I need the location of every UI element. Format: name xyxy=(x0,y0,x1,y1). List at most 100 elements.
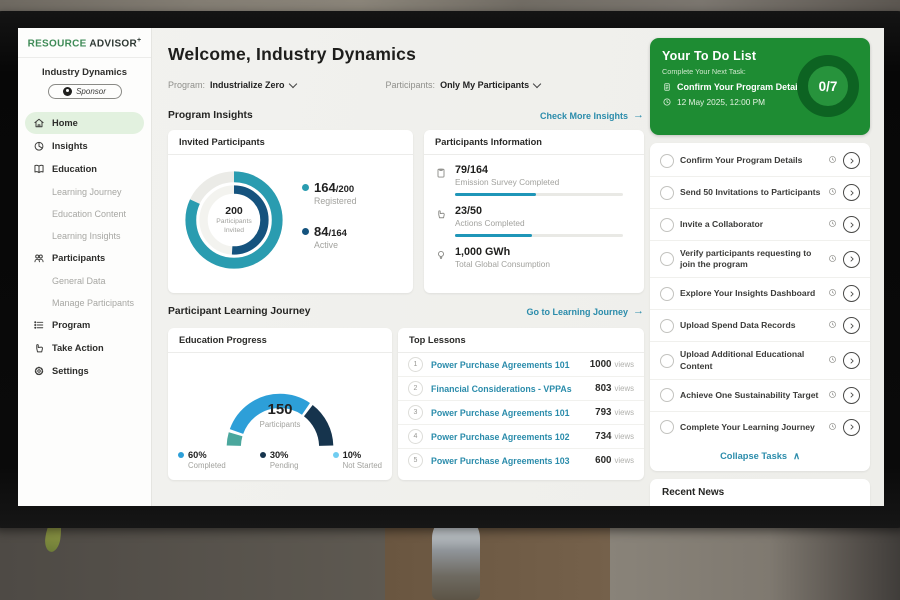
donut-center-label: 200 Participants Invited xyxy=(180,166,288,274)
lesson-row-1: 1 Power Purchase Agreements 101 1000view… xyxy=(398,353,644,377)
emission-survey-row: 79/164 Emission Survey Completed xyxy=(424,155,644,196)
chevron-right-button[interactable] xyxy=(843,251,860,268)
learning-journey-header: Participant Learning Journey Go to Learn… xyxy=(168,306,644,317)
chevron-right-button[interactable] xyxy=(843,352,860,369)
sidebar-item-settings[interactable]: Settings xyxy=(25,360,144,382)
chevron-right-button[interactable] xyxy=(843,184,860,201)
sidebar-item-participants[interactable]: Participants xyxy=(25,247,144,269)
checkbox[interactable] xyxy=(660,420,674,434)
lesson-link[interactable]: Financial Considerations - VPPAs xyxy=(431,384,595,394)
clock-icon xyxy=(828,155,837,166)
monitor-screen: RESOURCE ADVISOR+ Industry Dynamics Spon… xyxy=(18,28,884,506)
lesson-row-4: 4 Power Purchase Agreements 102 734views xyxy=(398,425,644,449)
todo-progress-value: 0/7 xyxy=(819,79,838,94)
lesson-link[interactable]: Power Purchase Agreements 102 xyxy=(431,432,595,442)
todo-item-9[interactable]: Complete Your Learning Journey xyxy=(650,412,870,443)
checkbox[interactable] xyxy=(660,287,674,301)
checkbox[interactable] xyxy=(660,388,674,402)
gauge-center-label: 150 Participants xyxy=(190,400,370,430)
todo-item-6[interactable]: Upload Spend Data Records xyxy=(650,310,870,342)
clock-icon xyxy=(828,187,837,198)
participants-filter-label: Participants: xyxy=(386,80,436,90)
lesson-link[interactable]: Power Purchase Agreements 103 xyxy=(431,456,595,466)
app-logo: RESOURCE ADVISOR+ xyxy=(18,37,151,58)
checkbox[interactable] xyxy=(660,186,674,200)
lesson-rank: 4 xyxy=(408,429,423,444)
collapse-tasks-link[interactable]: Collapse Tasks ∧ xyxy=(650,443,870,469)
logo-text-advisor: ADVISOR xyxy=(89,38,137,49)
home-icon xyxy=(33,117,45,129)
todo-item-3[interactable]: Invite a Collaborator xyxy=(650,209,870,241)
sidebar-item-education[interactable]: Education xyxy=(25,158,144,180)
sponsor-badge[interactable]: Sponsor xyxy=(48,84,122,99)
sidebar-nav: Home Insights Education Learning Journey… xyxy=(18,109,151,382)
sponsor-icon xyxy=(63,87,72,96)
todo-item-5[interactable]: Explore Your Insights Dashboard xyxy=(650,278,870,310)
sidebar-item-learning-journey[interactable]: Learning Journey xyxy=(25,181,144,202)
lesson-link[interactable]: Power Purchase Agreements 101 xyxy=(431,360,590,370)
todo-item-1[interactable]: Confirm Your Program Details xyxy=(650,145,870,177)
check-more-insights-link[interactable]: Check More Insights → xyxy=(540,110,644,121)
checkbox[interactable] xyxy=(660,354,674,368)
invited-donut-chart: 200 Participants Invited xyxy=(180,166,288,274)
sidebar-item-home[interactable]: Home xyxy=(25,112,144,134)
sidebar-item-manage-participants[interactable]: Manage Participants xyxy=(25,292,144,313)
education-progress-gauge: 150 Participants xyxy=(190,360,370,456)
education-progress-card: Education Progress 150 Participants 60% xyxy=(168,328,392,480)
participants-information-card: Participants Information 79/164 Emission… xyxy=(424,130,644,293)
program-filter-dropdown[interactable]: Program: Industrialize Zero xyxy=(168,80,296,90)
filters-row: Program: Industrialize Zero Participants… xyxy=(168,80,540,90)
chevron-right-button[interactable] xyxy=(843,285,860,302)
todo-item-8[interactable]: Achieve One Sustainability Target xyxy=(650,380,870,412)
emission-progress-bar xyxy=(455,193,623,196)
clock-icon xyxy=(828,320,837,331)
actions-completed-row: 23/50 Actions Completed xyxy=(424,196,644,237)
clock-icon xyxy=(828,390,837,401)
participants-filter-value: Only My Participants xyxy=(440,80,529,90)
arrow-right-icon: → xyxy=(633,306,644,317)
sidebar-item-insights[interactable]: Insights xyxy=(25,135,144,157)
lesson-row-5: 5 Power Purchase Agreements 103 600views xyxy=(398,449,644,472)
logo-text-resource: RESOURCE xyxy=(28,38,87,49)
education-icon xyxy=(33,163,45,175)
sidebar-item-general-data[interactable]: General Data xyxy=(25,270,144,291)
go-to-learning-journey-link[interactable]: Go to Learning Journey → xyxy=(526,306,644,317)
card-title: Education Progress xyxy=(168,328,392,353)
lesson-link[interactable]: Power Purchase Agreements 101 xyxy=(431,408,595,418)
lesson-row-3: 3 Power Purchase Agreements 101 793views xyxy=(398,401,644,425)
chevron-down-icon xyxy=(533,79,541,87)
chevron-right-button[interactable] xyxy=(843,419,860,436)
lesson-rank: 2 xyxy=(408,381,423,396)
checkbox[interactable] xyxy=(660,252,674,266)
logo-plus: + xyxy=(137,37,141,44)
chevron-right-button[interactable] xyxy=(843,387,860,404)
todo-item-7[interactable]: Upload Additional Educational Content xyxy=(650,342,870,379)
checkbox[interactable] xyxy=(660,319,674,333)
checkbox[interactable] xyxy=(660,218,674,232)
action-hand-icon xyxy=(435,208,447,220)
card-title: Top Lessons xyxy=(398,328,644,353)
actions-progress-bar xyxy=(455,234,623,237)
chevron-right-button[interactable] xyxy=(843,152,860,169)
recent-news-card: Recent News xyxy=(650,479,870,506)
todo-hero-card: Your To Do List Complete Your Next Task:… xyxy=(650,38,870,135)
todo-item-2[interactable]: Send 50 Invitations to Participants xyxy=(650,177,870,209)
invited-participants-card: Invited Participants 200 Participants In… xyxy=(168,130,413,293)
background-wall-middle xyxy=(385,520,610,600)
todo-item-4[interactable]: Verify participants requesting to join t… xyxy=(650,241,870,278)
sidebar-item-learning-insights[interactable]: Learning Insights xyxy=(25,225,144,246)
sidebar-item-education-content[interactable]: Education Content xyxy=(25,203,144,224)
sidebar-item-program[interactable]: Program xyxy=(25,314,144,336)
chevron-right-button[interactable] xyxy=(843,317,860,334)
participants-filter-dropdown[interactable]: Participants: Only My Participants xyxy=(386,80,541,90)
clock-icon xyxy=(828,219,837,230)
lesson-rank: 3 xyxy=(408,405,423,420)
chevron-right-button[interactable] xyxy=(843,216,860,233)
checkbox[interactable] xyxy=(660,154,674,168)
recent-news-title: Recent News xyxy=(650,479,870,506)
section-title: Program Insights xyxy=(168,110,253,121)
lesson-row-2: 2 Financial Considerations - VPPAs 803vi… xyxy=(398,377,644,401)
program-filter-label: Program: xyxy=(168,80,205,90)
main-content: Welcome, Industry Dynamics Program: Indu… xyxy=(152,28,650,506)
sidebar-item-take-action[interactable]: Take Action xyxy=(25,337,144,359)
